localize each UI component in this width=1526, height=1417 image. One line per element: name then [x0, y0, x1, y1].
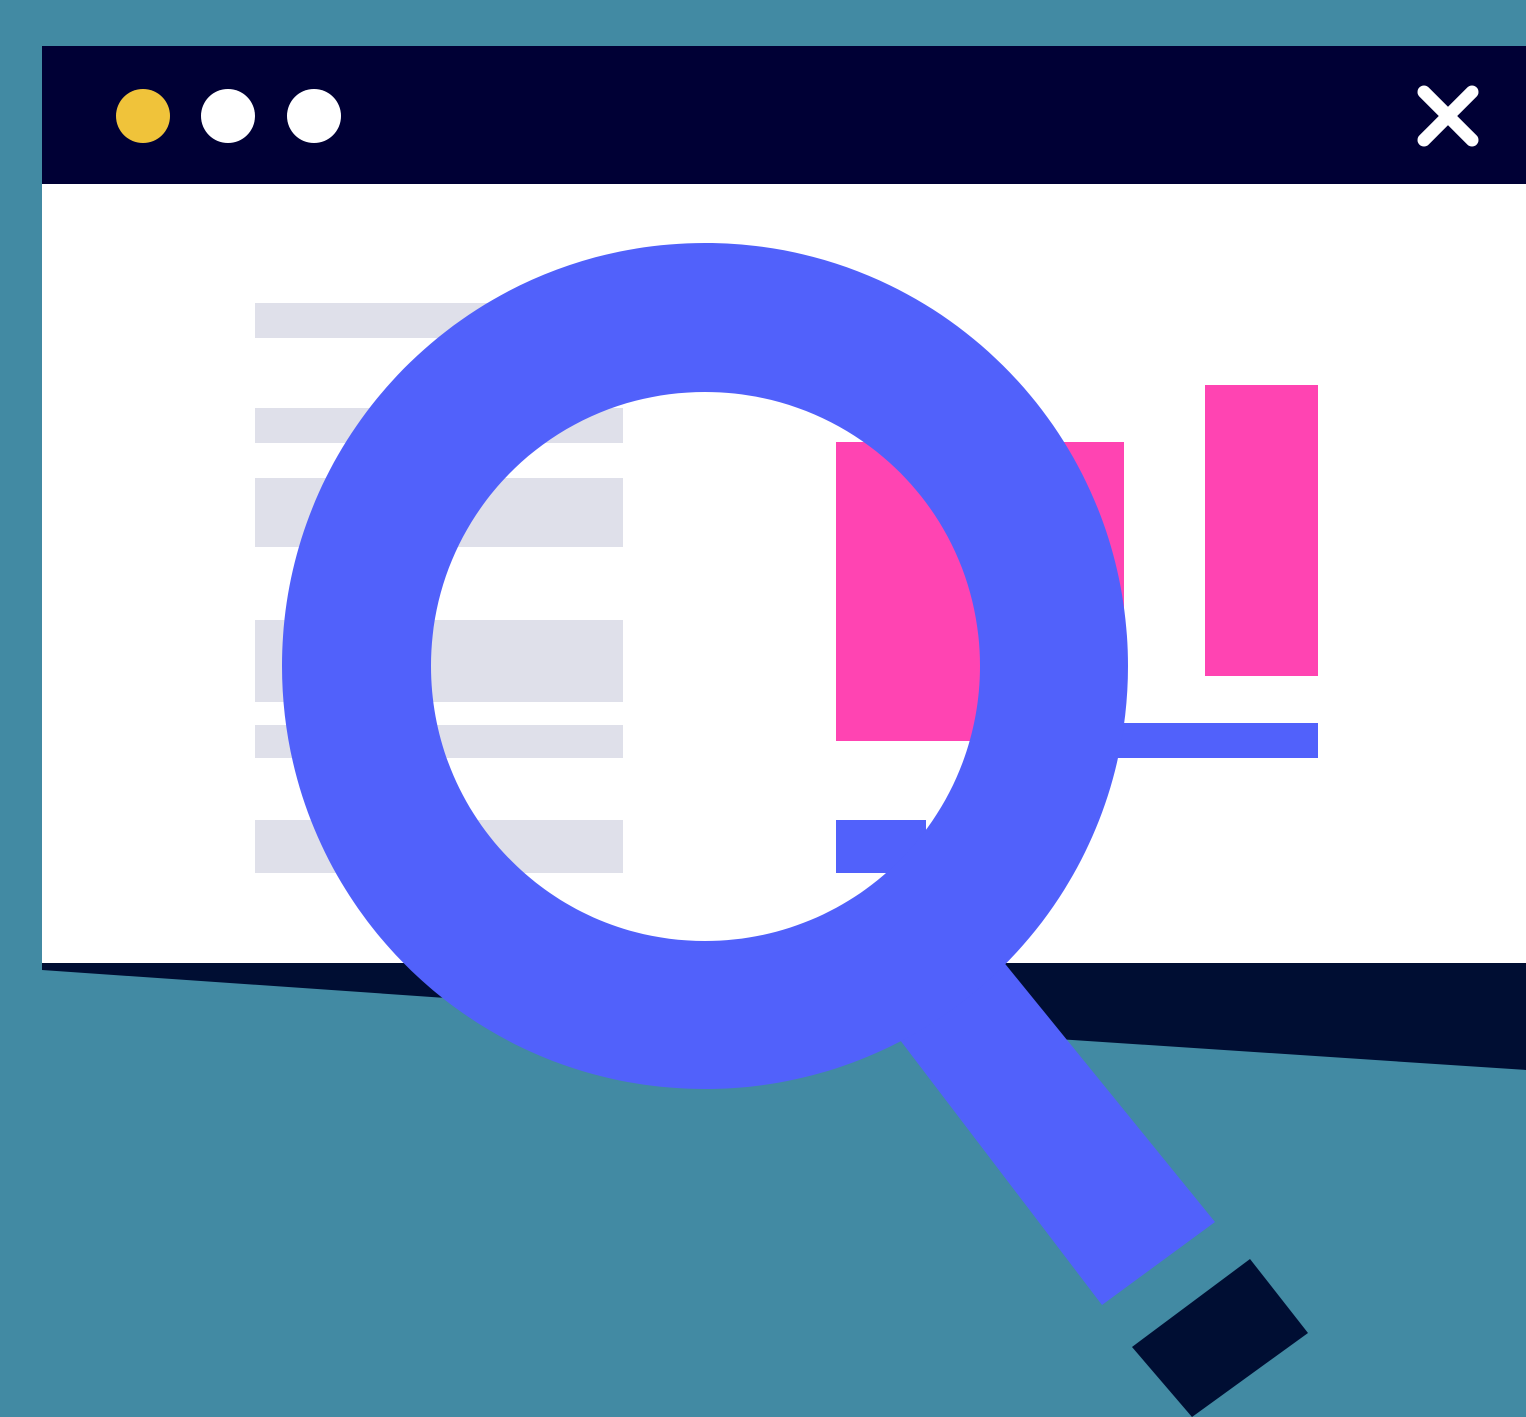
- yellow-dot[interactable]: [116, 89, 170, 143]
- chart-block: [1205, 385, 1318, 676]
- illustration-canvas: [0, 0, 1526, 1417]
- window-titlebar: [42, 46, 1526, 184]
- white-dot-1[interactable]: [201, 89, 255, 143]
- chart-baseline: [1100, 723, 1318, 758]
- white-dot-2[interactable]: [287, 89, 341, 143]
